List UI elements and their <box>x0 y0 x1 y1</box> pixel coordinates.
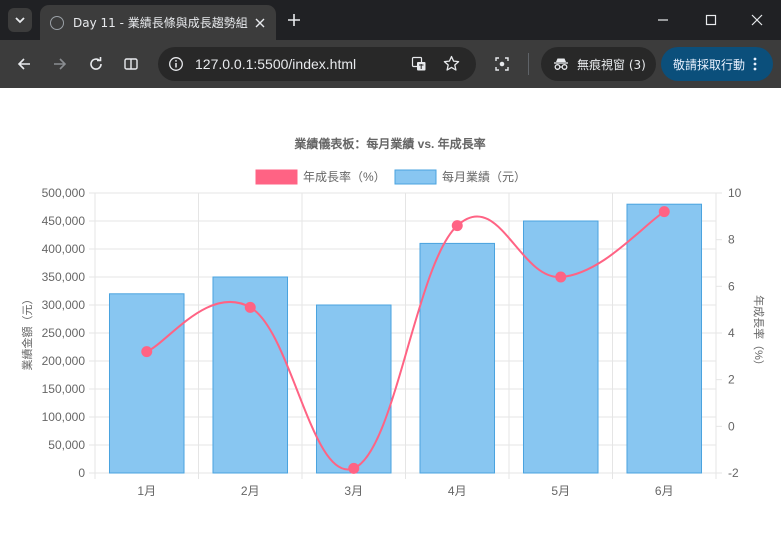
growth-point <box>348 462 360 474</box>
close-icon <box>751 14 763 26</box>
y-tick-label: 200,000 <box>42 354 86 368</box>
y-tick-label: 400,000 <box>42 242 86 256</box>
combo-chart: 業績儀表板：每月業績 vs. 年成長率 年成長率（%） 每月業績（元） 業績金額… <box>20 136 766 498</box>
tab-close-button[interactable] <box>252 15 268 31</box>
incognito-icon <box>554 58 568 70</box>
y-tick-label: 250,000 <box>42 326 86 340</box>
site-info-icon[interactable] <box>168 56 184 72</box>
y-axis-title: 業績金額（元） <box>20 294 34 371</box>
x-tick-label: 4月 <box>448 484 467 498</box>
chevron-down-icon <box>15 17 25 24</box>
page-content: 業績儀表板：每月業績 vs. 年成長率 年成長率（%） 每月業績（元） 業績金額… <box>0 88 781 544</box>
incognito-indicator[interactable]: 無痕視窗 (3) <box>541 47 656 81</box>
plus-icon <box>288 14 300 26</box>
url-text[interactable]: 127.0.0.1:5500/index.html <box>195 56 356 72</box>
globe-icon <box>50 15 64 30</box>
growth-point <box>658 206 670 218</box>
x-tick-label: 5月 <box>551 484 570 498</box>
y2-tick-label: 8 <box>728 233 735 247</box>
arrow-left-icon <box>17 58 30 70</box>
back-button[interactable] <box>12 52 36 76</box>
split-view-button[interactable] <box>119 52 143 76</box>
action-button[interactable]: 敬請採取行動 <box>661 47 773 81</box>
tab-active[interactable]: Day 11 - 業績長條與成長趨勢組 <box>40 5 276 40</box>
tab-strip: Day 11 - 業績長條與成長趨勢組 <box>0 0 781 40</box>
arrow-right-icon <box>54 58 67 70</box>
tab-title: Day 11 - 業績長條與成長趨勢組 <box>73 16 248 30</box>
y-tick-label: 500,000 <box>42 186 86 200</box>
bar <box>315 304 392 474</box>
bar <box>522 220 599 474</box>
y-tick-label: 100,000 <box>42 410 86 424</box>
action-label: 敬請採取行動 <box>673 57 746 72</box>
growth-point <box>451 220 463 232</box>
growth-point <box>244 301 256 313</box>
growth-point <box>141 346 153 358</box>
legend-item-revenue[interactable]: 每月業績（元） <box>394 169 526 185</box>
y2-tick-label: 0 <box>728 419 735 433</box>
legend-label-revenue: 每月業績（元） <box>442 169 526 184</box>
star-icon[interactable] <box>443 55 460 72</box>
y-tick-label: 350,000 <box>42 270 86 284</box>
address-bar[interactable]: 127.0.0.1:5500/index.html <box>158 47 476 81</box>
maximize-button[interactable] <box>701 10 721 30</box>
browser-toolbar: 127.0.0.1:5500/index.html 無痕視窗 (3) 敬請採取行… <box>0 40 781 88</box>
close-window-button[interactable] <box>747 10 767 30</box>
reload-icon <box>90 57 102 70</box>
y2-axis-title: 年成長率（%） <box>752 295 766 371</box>
bar <box>626 203 703 474</box>
screenshot-lens-button[interactable] <box>490 52 514 76</box>
minimize-button[interactable] <box>653 10 673 30</box>
tab-search-button[interactable] <box>8 8 32 32</box>
x-tick-label: 2月 <box>241 484 260 498</box>
legend: 年成長率（%） 每月業績（元） <box>255 169 526 185</box>
y-tick-label: 150,000 <box>42 382 86 396</box>
y-tick-label: 450,000 <box>42 214 86 228</box>
bar <box>108 293 185 474</box>
y-tick-label: 50,000 <box>48 438 85 452</box>
translate-icon[interactable] <box>411 56 427 72</box>
x-tick-label: 6月 <box>655 484 674 498</box>
x-tick-label: 3月 <box>344 484 363 498</box>
y2-tick-label: 10 <box>728 186 742 200</box>
chart-title: 業績儀表板：每月業績 vs. 年成長率 <box>293 136 485 151</box>
maximize-icon <box>705 14 717 26</box>
minimize-icon <box>658 19 668 21</box>
y2-tick-label: 4 <box>728 326 735 340</box>
incognito-label: 無痕視窗 (3) <box>577 57 646 72</box>
y-tick-label: 0 <box>78 466 85 480</box>
legend-swatch-growth <box>255 169 298 185</box>
y2-tick-label: 6 <box>728 279 735 293</box>
y-tick-label: 300,000 <box>42 298 86 312</box>
y2-tick-label: 2 <box>728 373 735 387</box>
more-icon[interactable] <box>753 57 757 71</box>
reload-button[interactable] <box>84 52 108 76</box>
split-view-icon <box>124 58 138 70</box>
forward-button[interactable] <box>48 52 72 76</box>
x-tick-label: 1月 <box>137 484 156 498</box>
legend-swatch-revenue <box>394 169 437 185</box>
bar <box>419 242 496 474</box>
growth-point <box>555 271 567 283</box>
toolbar-divider <box>528 53 529 75</box>
legend-item-growth[interactable]: 年成長率（%） <box>255 169 386 185</box>
new-tab-button[interactable] <box>284 10 304 30</box>
legend-label-growth: 年成長率（%） <box>303 169 386 184</box>
lens-icon <box>495 57 509 71</box>
close-icon <box>255 18 265 28</box>
y2-tick-label: -2 <box>728 466 739 480</box>
